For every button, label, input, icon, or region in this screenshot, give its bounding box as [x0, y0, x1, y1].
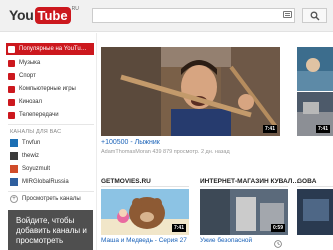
fire-icon [8, 45, 15, 53]
video-title-shop[interactable]: Ужие безопасной [200, 237, 260, 244]
section-title-third[interactable]: GOBA [297, 178, 317, 185]
section-title-getmovies[interactable]: GETMOVIES.RU [101, 178, 151, 185]
channel-avatar [10, 152, 18, 160]
channel-item-thewiz[interactable]: thewiz [10, 150, 94, 162]
channel-item-mirglobal[interactable]: MIRGlobalRussia [10, 176, 94, 188]
channel-item-soyuzmult[interactable]: Soyuzmult [10, 163, 94, 175]
video-title-masha[interactable]: Маша и Медведь - Серия 27 Картина маслом [101, 237, 189, 244]
sport-icon [8, 72, 15, 80]
sidebar-item-games[interactable]: Компьютерные игры [8, 83, 94, 95]
featured-video-title[interactable]: +100500 - Лыжник [101, 139, 160, 146]
sidebar-item-sport[interactable]: Спорт [8, 70, 94, 82]
video-duration: 7:41 [315, 125, 330, 133]
sidebar-item-label: Музыка [19, 60, 41, 66]
logo-region: RU [71, 6, 79, 12]
section-divider [297, 186, 333, 187]
search-button[interactable] [302, 8, 327, 23]
keyboard-icon[interactable] [283, 11, 292, 18]
sidebar-item-label: Телепередачи [19, 112, 59, 118]
sidebar-item-label: Спорт [19, 73, 36, 79]
video-duration: 7:41 [171, 224, 186, 232]
side-video-thumbnail[interactable] [297, 47, 333, 91]
browse-channels-label: Просмотреть каналы [22, 196, 81, 202]
search-icon [310, 11, 320, 21]
side-thumbnail-image [297, 47, 333, 91]
channel-label: Soyuzmult [22, 166, 51, 172]
youtube-logo[interactable]: You Tube RU [9, 6, 79, 24]
channel-avatar [10, 139, 18, 147]
logo-tube: Tube [34, 6, 71, 24]
video-duration: 7:41 [262, 125, 277, 133]
channel-label: Tnvfun [22, 140, 41, 146]
sidebar-item-music[interactable]: Музыка [8, 57, 94, 69]
plus-icon: + [10, 195, 18, 203]
browse-channels-link[interactable]: + Просмотреть каналы [10, 195, 81, 203]
tv-icon [8, 111, 15, 119]
featured-thumbnail-image [101, 47, 280, 136]
sidebar-item-label: Компьютерные игры [19, 86, 76, 92]
header-bar: You Tube RU [0, 0, 333, 32]
sidebar-item-popular[interactable]: Популярные на YouTu… [6, 43, 94, 55]
content-divider [96, 33, 97, 250]
featured-video-meta: AdamThomasMoran 439 879 просмотр. 2 дн. … [101, 149, 230, 155]
music-icon [8, 59, 15, 67]
channel-label: thewiz [22, 153, 40, 159]
sidebar-item-movies[interactable]: Кинозал [8, 96, 94, 108]
gamepad-icon [8, 85, 15, 93]
signin-text: просмотреть [16, 236, 64, 245]
sidebar-item-tv[interactable]: Телепередачи [8, 109, 94, 121]
channel-avatar [10, 178, 18, 186]
sidebar-divider [8, 191, 94, 192]
video-thumbnail-third[interactable] [297, 189, 333, 235]
channel-label: MIRGlobalRussia [22, 179, 69, 185]
channel-item-tnvfun[interactable]: Tnvfun [10, 137, 94, 149]
watch-later-icon[interactable] [274, 240, 282, 248]
sidebar-divider [8, 124, 94, 125]
side-video-thumbnail[interactable]: 7:41 [297, 92, 333, 136]
featured-video-thumbnail[interactable]: 7:41 [101, 47, 280, 136]
section-title-shop[interactable]: ИНТЕРНЕТ-МАГАЗИН КУВАЛ… [200, 178, 299, 185]
section-divider [200, 186, 288, 187]
video-duration: 0:59 [270, 224, 285, 232]
signin-promo[interactable]: Войдите, чтобы добавить каналы и просмот… [8, 210, 93, 250]
film-icon [8, 98, 15, 106]
sidebar-item-label: Кинозал [19, 99, 43, 105]
channel-avatar [10, 165, 18, 173]
signin-text: Войдите, чтобы [16, 216, 75, 225]
channels-heading: КАНАЛЫ ДЛЯ ВАС [10, 129, 62, 135]
signin-text: добавить каналы и [16, 226, 87, 235]
video-thumbnail-shop[interactable]: 0:59 [200, 189, 288, 235]
section-divider [101, 186, 189, 187]
sidebar: Популярные на YouTu… Музыка Спорт Компью… [0, 33, 96, 250]
video-thumbnail-masha[interactable]: 7:41 [101, 189, 189, 235]
sidebar-item-label: Популярные на YouTu… [19, 46, 87, 52]
third-thumbnail-image [297, 189, 333, 235]
search-input[interactable] [92, 8, 295, 23]
logo-you: You [9, 7, 34, 23]
